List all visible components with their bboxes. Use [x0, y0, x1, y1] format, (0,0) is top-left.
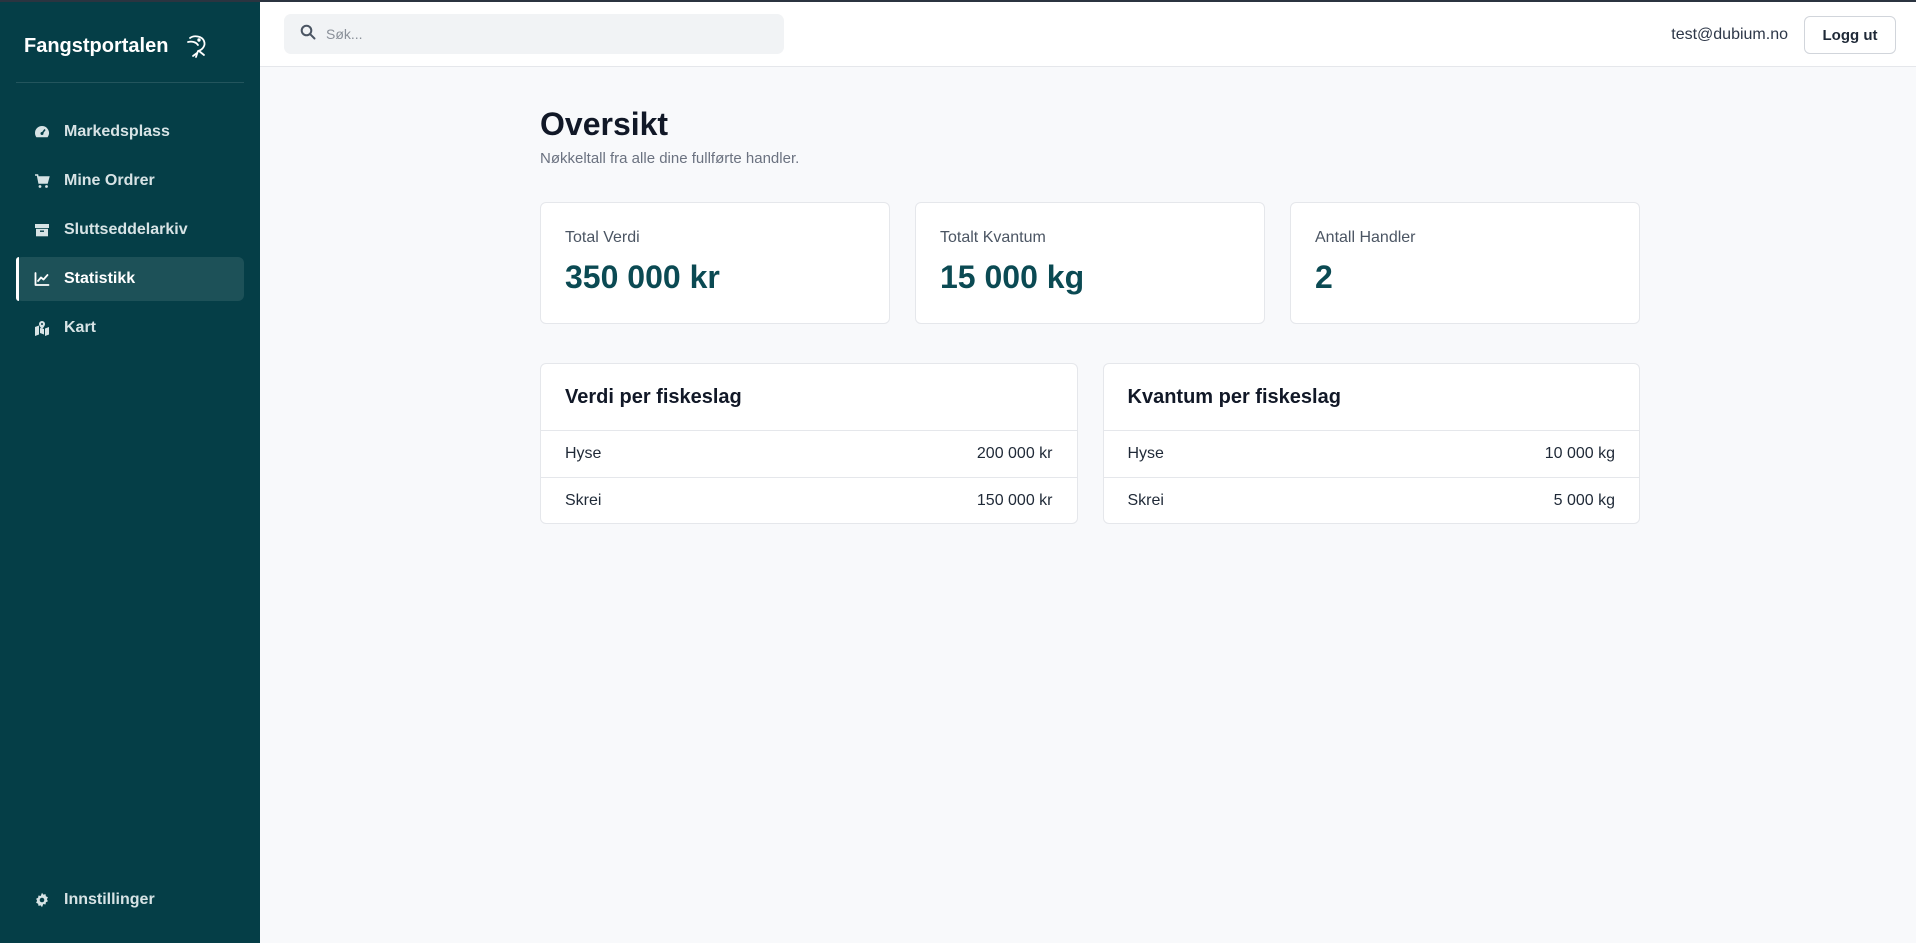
archive-icon — [34, 222, 50, 238]
page-subtitle: Nøkkeltall fra alle dine fullførte handl… — [540, 150, 800, 167]
stat-label: Totalt Kvantum — [940, 229, 1046, 246]
table-row: Skrei 5 000 kg — [1103, 477, 1639, 523]
chart-line-icon — [34, 271, 50, 287]
sidebar-item-markedsplass[interactable]: Markedsplass — [16, 110, 244, 154]
row-name: Hyse — [1127, 445, 1164, 462]
sidebar-item-mine-ordrer[interactable]: Mine Ordrer — [16, 159, 244, 203]
dashboard-icon — [34, 124, 50, 140]
row-value: 10 000 kg — [1544, 445, 1615, 462]
map-icon — [34, 320, 50, 336]
stat-value: 350 000 kr — [565, 259, 720, 295]
sidebar-item-label: Markedsplass — [64, 123, 170, 140]
brand-name: Fangstportalen — [24, 34, 169, 57]
sidebar-item-innstillinger[interactable]: Innstillinger — [16, 878, 244, 922]
stats-row: Total Verdi 350 000 kr Totalt Kvantum 15… — [540, 202, 1640, 324]
sidebar-item-sluttseddelarkiv[interactable]: Sluttseddelarkiv — [16, 208, 244, 252]
table-row: Skrei 150 000 kr — [541, 477, 1077, 523]
row-value: 150 000 kr — [976, 491, 1053, 509]
stat-card-totalt-kvantum: Totalt Kvantum 15 000 kg — [915, 202, 1265, 324]
brand[interactable]: Fangstportalen — [24, 30, 210, 62]
sidebar-item-label: Mine Ordrer — [64, 172, 155, 189]
stat-card-total-verdi: Total Verdi 350 000 kr — [540, 202, 890, 324]
sidebar-item-kart[interactable]: Kart — [16, 306, 244, 350]
sidebar-item-label: Innstillinger — [64, 891, 155, 908]
card-title: Verdi per fiskeslag — [541, 364, 1077, 431]
kvantum-per-fiskeslag-card: Kvantum per fiskeslag Hyse 10 000 kg Skr… — [1102, 363, 1640, 524]
sidebar-item-statistikk[interactable]: Statistikk — [16, 257, 244, 301]
stat-card-antall-handler: Antall Handler 2 — [1290, 202, 1640, 324]
logout-button[interactable]: Logg ut — [1804, 16, 1896, 54]
main-content: Oversikt Nøkkeltall fra alle dine fullfø… — [540, 104, 1640, 524]
verdi-per-fiskeslag-card: Verdi per fiskeslag Hyse 200 000 kr Skre… — [540, 363, 1078, 524]
sidebar-item-label: Statistikk — [64, 270, 136, 287]
stat-value: 15 000 kg — [940, 259, 1085, 295]
stat-value: 2 — [1315, 259, 1333, 295]
app-window: Fangstportalen Markedsplass Mine Ordrer … — [0, 0, 1916, 943]
sidebar-bottom: Innstillinger — [16, 878, 244, 927]
row-name: Hyse — [565, 445, 602, 462]
table-row: Hyse 200 000 kr — [541, 431, 1077, 477]
brand-divider — [16, 82, 244, 83]
user-email: test@dubium.no — [1671, 26, 1788, 43]
search-box[interactable] — [284, 14, 784, 54]
cart-icon — [34, 173, 50, 189]
sidebar-nav: Markedsplass Mine Ordrer Sluttseddelarki… — [16, 110, 244, 355]
card-title: Kvantum per fiskeslag — [1103, 364, 1639, 431]
fish-icon — [184, 33, 210, 59]
sidebar: Fangstportalen Markedsplass Mine Ordrer … — [0, 2, 260, 943]
topbar: test@dubium.no Logg ut — [260, 2, 1916, 67]
row-value: 5 000 kg — [1553, 491, 1615, 509]
search-icon — [300, 24, 316, 45]
page-title: Oversikt — [540, 106, 669, 142]
table-row: Hyse 10 000 kg — [1104, 431, 1640, 477]
row-name: Skrei — [1127, 491, 1164, 509]
row-name: Skrei — [565, 491, 602, 509]
row-value: 200 000 kr — [976, 445, 1053, 462]
sidebar-item-label: Kart — [64, 319, 97, 336]
search-input[interactable] — [326, 26, 766, 42]
stat-label: Antall Handler — [1315, 229, 1416, 246]
gear-icon — [34, 892, 50, 908]
tables-row: Verdi per fiskeslag Hyse 200 000 kr Skre… — [540, 363, 1640, 524]
stat-label: Total Verdi — [565, 229, 640, 246]
sidebar-item-label: Sluttseddelarkiv — [64, 221, 188, 238]
